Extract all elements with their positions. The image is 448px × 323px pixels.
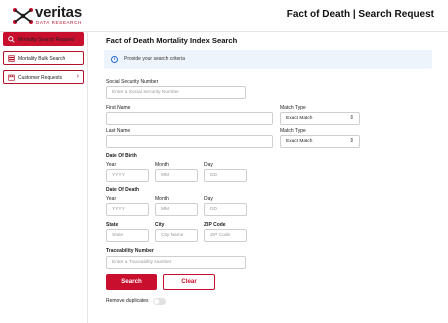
page-header-title: Fact of Death | Search Request — [286, 9, 434, 20]
chevron-right-icon: › — [76, 73, 79, 80]
first-match-type-value: Exact Match — [286, 116, 313, 121]
first-match-type-select[interactable]: Exact Match ⇕ — [280, 112, 360, 125]
dod-month-label: Month — [155, 196, 169, 202]
dod-month-input[interactable]: MM — [155, 203, 198, 216]
city-label: City — [155, 222, 165, 228]
sidebar-item-mortality-search-request[interactable]: Mortality Search Request — [3, 32, 84, 46]
remove-duplicates-toggle[interactable] — [153, 298, 166, 305]
info-text: Provide your search criteria — [124, 56, 185, 62]
stack-icon — [8, 55, 15, 62]
info-icon: i — [111, 56, 118, 63]
first-match-type-label: Match Type — [280, 105, 306, 111]
sidebar-item-customer-requests[interactable]: Customer Requests › — [3, 70, 84, 84]
zip-input[interactable]: ZIP Code — [204, 229, 247, 242]
info-banner: i Provide your search criteria — [104, 50, 432, 69]
city-input[interactable]: City Name — [155, 229, 198, 242]
chevron-updown-icon: ⇕ — [349, 115, 354, 121]
dob-day-label: Day — [204, 162, 213, 168]
dob-month-label: Month — [155, 162, 169, 168]
sidebar-item-label: Mortality Search Request — [18, 36, 75, 43]
first-name-input[interactable] — [106, 112, 273, 125]
sidebar: Mortality Search Request Mortality Bulk … — [0, 32, 88, 323]
dob-month-input[interactable]: MM — [155, 169, 198, 182]
page-title: Fact of Death Mortality Index Search — [106, 36, 238, 45]
last-match-type-select[interactable]: Exact Match ⇕ — [280, 135, 360, 148]
ssn-input[interactable]: Enter a Social Security Number — [106, 86, 246, 99]
last-name-input[interactable] — [106, 135, 273, 148]
first-name-label: First Name — [106, 105, 131, 111]
brand-name: veritas — [35, 4, 82, 21]
app-header: veritas DATA RESEARCH Fact of Death | Se… — [0, 0, 448, 32]
toggle-knob — [154, 299, 159, 304]
state-label: State — [106, 222, 119, 228]
sidebar-item-label: Customer Requests — [18, 74, 63, 81]
traceability-label: Traceability Number — [106, 248, 154, 254]
dod-day-input[interactable]: DD — [204, 203, 247, 216]
dod-label: Date Of Death — [106, 187, 140, 193]
sidebar-item-mortality-bulk-search[interactable]: Mortality Bulk Search — [3, 51, 84, 65]
dod-year-label: Year — [106, 196, 117, 202]
clear-button[interactable]: Clear — [163, 274, 215, 290]
sidebar-item-label: Mortality Bulk Search — [18, 55, 66, 62]
dob-label: Date Of Birth — [106, 153, 137, 159]
remove-duplicates-label: Remove duplicates — [106, 298, 149, 304]
dod-day-label: Day — [204, 196, 213, 202]
state-input[interactable]: State — [106, 229, 149, 242]
last-match-type-label: Match Type — [280, 128, 306, 134]
last-name-label: Last Name — [106, 128, 131, 134]
dod-year-input[interactable]: YYYY — [106, 203, 149, 216]
chevron-updown-icon: ⇕ — [349, 138, 354, 144]
last-match-type-value: Exact Match — [286, 139, 313, 144]
search-icon — [8, 36, 15, 43]
brand-tagline: DATA RESEARCH — [36, 20, 82, 25]
veritas-logo[interactable]: veritas DATA RESEARCH — [12, 4, 92, 27]
dob-year-label: Year — [106, 162, 117, 168]
zip-label: ZIP Code — [204, 222, 226, 228]
dob-day-input[interactable]: DD — [204, 169, 247, 182]
dob-year-input[interactable]: YYYY — [106, 169, 149, 182]
traceability-input[interactable]: Enter a Traceability Number — [106, 256, 246, 269]
veritas-logo-mark-icon — [13, 8, 33, 24]
ssn-label: Social Security Number — [106, 79, 159, 85]
calendar-icon — [8, 74, 15, 81]
search-button[interactable]: Search — [106, 274, 157, 290]
